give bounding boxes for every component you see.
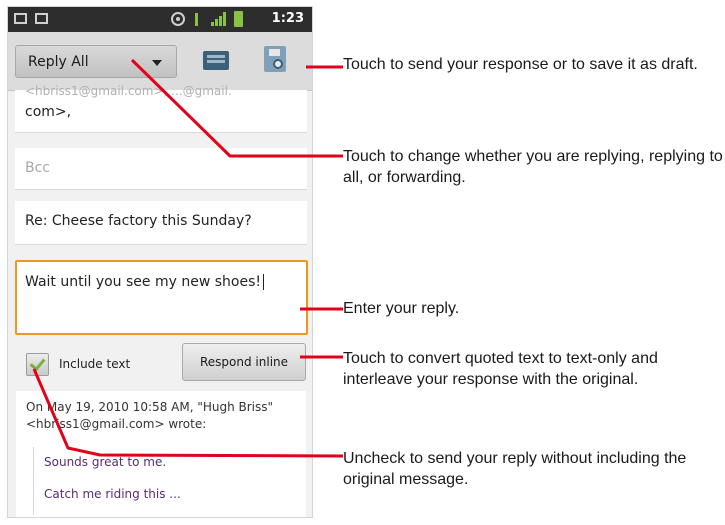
quoted-line: Sounds great to me. <box>44 455 167 469</box>
bcc-placeholder: Bcc <box>25 160 50 176</box>
callout-send-save: Touch to send your response or to save i… <box>343 56 698 73</box>
phone-screen: 1:23 Reply All <hbriss1@gmail.com>, ...@… <box>7 6 313 518</box>
include-text-label: Include text <box>59 357 131 371</box>
quoted-line: Catch me riding this ... <box>44 487 181 501</box>
status-time: 1:23 <box>271 11 304 26</box>
text-cursor <box>262 274 264 290</box>
callout-include-text: Uncheck to send your reply without inclu… <box>343 450 687 488</box>
chevron-down-icon <box>152 60 162 66</box>
save-draft-icon[interactable] <box>264 46 286 72</box>
reply-body-text: Wait until you see my new shoes! <box>25 274 264 290</box>
bcc-field[interactable]: Bcc <box>15 148 307 190</box>
callout-reply-mode: Touch to change whether you are replying… <box>343 148 723 186</box>
quoted-header: On May 19, 2010 10:58 AM, "Hugh Briss" <… <box>26 400 274 431</box>
quote-indent-bar <box>33 447 34 515</box>
subject-text: Re: Cheese factory this Sunday? <box>25 213 252 229</box>
to-field-clipped-line: <hbriss1@gmail.com>, ...@gmail. <box>25 84 232 98</box>
to-field-text: com>, <box>25 104 72 120</box>
sd-card-icon <box>35 13 48 24</box>
message-notification-icon <box>14 13 27 24</box>
callout-respond-inline: Touch to convert quoted text to text-onl… <box>343 350 658 388</box>
respond-inline-button[interactable]: Respond inline <box>182 343 306 381</box>
action-bar: Reply All <box>8 32 312 91</box>
include-text-checkbox[interactable] <box>26 353 49 376</box>
reply-mode-label: Reply All <box>28 54 89 70</box>
gps-icon <box>171 12 185 26</box>
to-field[interactable]: <hbriss1@gmail.com>, ...@gmail. com>, <box>15 84 307 133</box>
send-icon[interactable] <box>203 51 229 70</box>
signal-icon <box>211 12 226 26</box>
reply-body-field[interactable]: Wait until you see my new shoes! <box>15 260 308 335</box>
reply-mode-spinner[interactable]: Reply All <box>15 45 177 78</box>
battery-icon <box>234 11 243 27</box>
status-bar: 1:23 <box>8 7 312 32</box>
quoted-message: On May 19, 2010 10:58 AM, "Hugh Briss" <… <box>16 391 306 517</box>
callout-enter-reply: Enter your reply. <box>343 300 460 317</box>
subject-field[interactable]: Re: Cheese factory this Sunday? <box>15 201 307 245</box>
usb-icon <box>195 13 203 26</box>
